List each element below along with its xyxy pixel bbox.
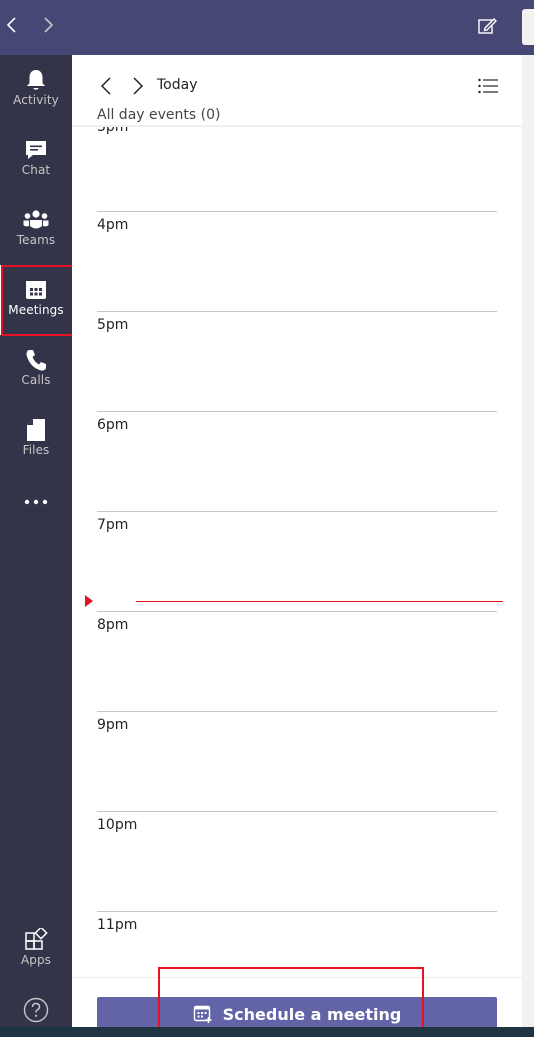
hour-line [97,911,497,912]
hour-row: 10pm [97,811,497,911]
rail-label: Teams [16,233,56,247]
app-rail: Activity Chat Teams Meetings Calls Files… [0,55,72,1027]
hour-line [97,611,497,612]
rail-item-files[interactable]: Files [0,405,72,475]
calendar-pane: Today All day events (0) 3pm 4pm 5pm 6pm… [72,55,534,1031]
bottom-edge-strip [0,1027,534,1037]
phone-icon [26,350,46,371]
view-switcher-button[interactable] [476,75,500,97]
search-box[interactable] [522,9,534,45]
chat-icon [26,141,46,159]
hour-row: 9pm [97,711,497,811]
hour-row: 7pm [97,511,497,611]
calendar-footer: Schedule a meeting [72,977,522,1031]
hour-label: 8pm [97,617,129,633]
rail-label: Calls [21,373,51,387]
chevron-right-icon [44,17,54,33]
hour-label: 7pm [97,517,129,533]
help-button[interactable] [0,987,72,1027]
hour-row: 8pm [97,611,497,711]
bell-icon [27,70,45,90]
help-icon [23,997,49,1023]
rail-item-activity[interactable]: Activity [0,55,72,125]
current-time-line [136,601,503,602]
hour-label: 10pm [97,817,138,833]
title-bar [0,0,534,55]
compose-icon [478,18,497,34]
hour-label: 5pm [97,317,129,333]
hour-row: 11pm [97,911,497,977]
previous-day-button[interactable] [96,75,116,97]
rail-more-button[interactable] [0,475,72,515]
hour-line [97,211,497,212]
calendar-add-icon [193,1005,212,1023]
hour-label: 3pm [97,127,129,135]
calendar-icon [26,281,46,299]
rail-label: Chat [21,163,51,177]
hour-line [97,711,497,712]
rail-item-apps[interactable]: Apps [0,915,72,985]
rail-label: Activity [13,93,59,107]
rail-label: Apps [20,953,52,967]
rail-label: Files [22,443,50,457]
chevron-left-icon [6,17,16,33]
file-icon [27,419,45,441]
apps-icon [25,928,48,950]
list-icon [478,78,498,94]
schedule-meeting-button[interactable]: Schedule a meeting [97,997,497,1031]
rail-label: Meetings [8,303,64,317]
compose-button[interactable] [474,13,500,39]
back-button[interactable] [0,13,24,37]
hour-line [97,811,497,812]
hour-row: 6pm [97,411,497,511]
hour-line [97,511,497,512]
schedule-meeting-label: Schedule a meeting [222,1004,402,1024]
hour-label: 9pm [97,717,129,733]
chevron-left-icon [100,77,111,95]
hour-line [97,311,497,312]
scrollbar[interactable] [522,55,534,1027]
hour-row: 4pm [97,211,497,311]
current-time-marker [85,595,93,607]
all-day-events-label: All day events (0) [97,107,221,123]
hour-row: 3pm [97,127,497,213]
rail-item-teams[interactable]: Teams [0,195,72,265]
teams-icon [23,210,49,229]
next-day-button[interactable] [128,75,148,97]
hour-line [97,411,497,412]
rail-item-meetings[interactable]: Meetings [0,265,72,335]
hour-label: 4pm [97,217,129,233]
day-grid[interactable]: 3pm 4pm 5pm 6pm 7pm 8pm 9pm 10pm 11pm [72,127,522,977]
forward-button[interactable] [36,13,60,37]
hour-row: 5pm [97,311,497,411]
more-icon [24,499,48,505]
calendar-header: Today All day events (0) [72,55,522,127]
today-button[interactable]: Today [157,77,198,93]
chevron-right-icon [133,77,144,95]
rail-item-chat[interactable]: Chat [0,125,72,195]
hour-label: 11pm [97,917,138,933]
hour-label: 6pm [97,417,129,433]
rail-item-calls[interactable]: Calls [0,335,72,405]
